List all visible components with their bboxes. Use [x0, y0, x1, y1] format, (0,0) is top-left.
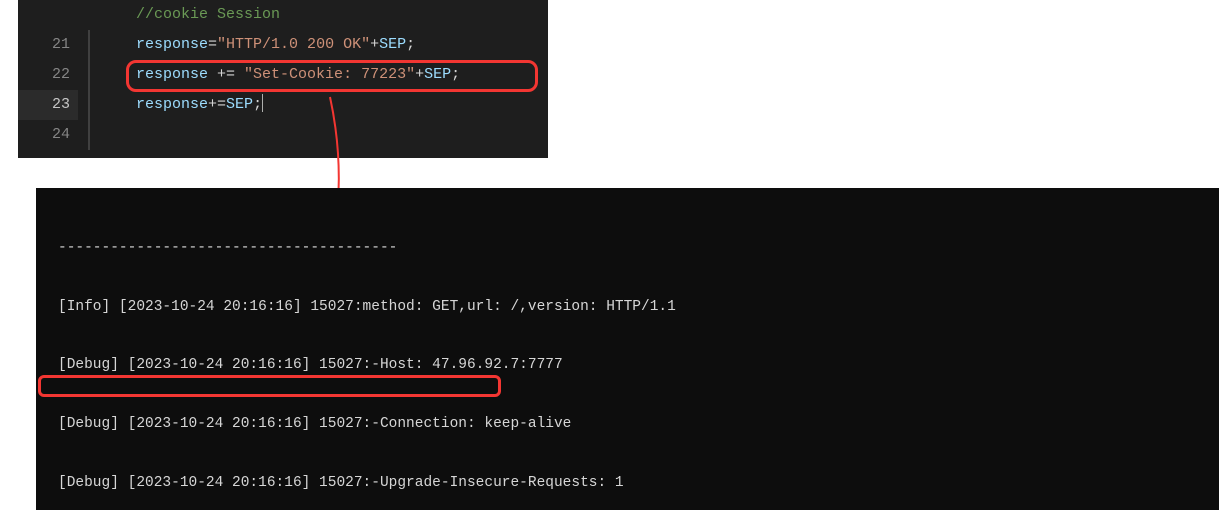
line-number-23: 23 [18, 90, 96, 119]
code-token: + [415, 66, 424, 83]
code-token: SEP [226, 96, 253, 113]
code-token: += [208, 96, 226, 113]
code-token: = [208, 36, 217, 53]
terminal-line: [Debug] [2023-10-24 20:16:16] 15027:-Con… [58, 415, 1219, 435]
code-token: response [136, 66, 208, 83]
code-line-23[interactable]: 23 response+=SEP; [18, 90, 548, 120]
code-token: += [208, 66, 244, 83]
code-line-21[interactable]: 21 response="HTTP/1.0 200 OK"+SEP; [18, 30, 548, 60]
code-token: SEP [379, 36, 406, 53]
code-line-24[interactable]: 24 [18, 120, 548, 150]
code-comment: //cookie Session [136, 6, 280, 23]
code-token: ; [451, 66, 460, 83]
code-line-22[interactable]: 22 response += "Set-Cookie: 77223"+SEP; [18, 60, 548, 90]
terminal-separator: --------------------------------------- [58, 239, 1219, 259]
terminal-line: [Info] [2023-10-24 20:16:16] 15027:metho… [58, 298, 1219, 318]
line-number-22: 22 [18, 60, 96, 89]
code-token: response [136, 36, 208, 53]
line-number-24: 24 [18, 120, 96, 149]
terminal-panel[interactable]: --------------------------------------- … [36, 188, 1219, 510]
line-number-21: 21 [18, 30, 96, 59]
code-token: response [136, 96, 208, 113]
code-token: + [370, 36, 379, 53]
terminal-line: [Debug] [2023-10-24 20:16:16] 15027:-Upg… [58, 474, 1219, 494]
code-token: ; [253, 96, 262, 113]
code-token: "HTTP/1.0 200 OK" [217, 36, 370, 53]
code-line-20[interactable]: //cookie Session [18, 0, 548, 30]
code-token: ; [406, 36, 415, 53]
code-token: "Set-Cookie: 77223" [244, 66, 415, 83]
code-editor-panel[interactable]: //cookie Session 21 response="HTTP/1.0 2… [18, 0, 548, 158]
text-cursor [262, 94, 263, 112]
code-token: SEP [424, 66, 451, 83]
terminal-line: [Debug] [2023-10-24 20:16:16] 15027:-Hos… [58, 356, 1219, 376]
